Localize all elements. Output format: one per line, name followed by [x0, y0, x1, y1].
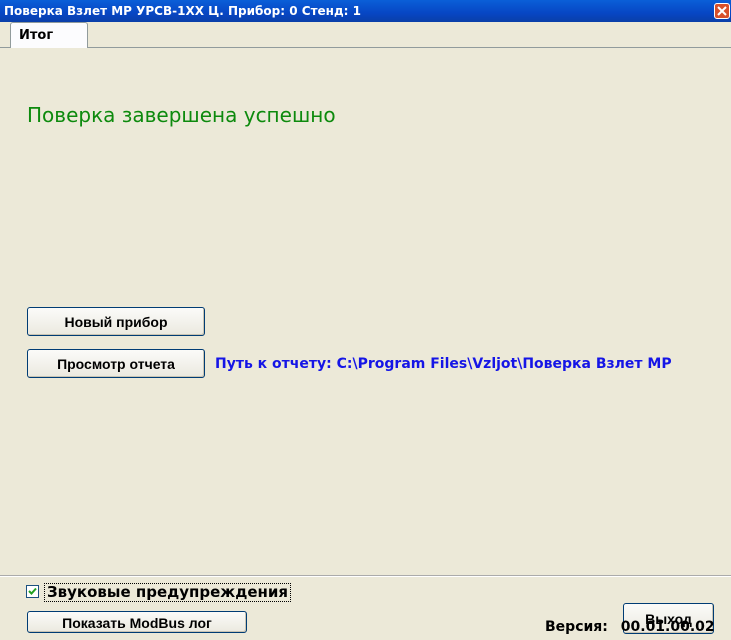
- sound-warnings-label: Звуковые предупреждения: [44, 583, 292, 602]
- version-value: 00.01.00.02: [620, 619, 715, 635]
- title-bar: Поверка Взлет МР УРСВ-1ХХ Ц. Прибор: 0 С…: [0, 0, 731, 22]
- tab-strip: Итог: [0, 22, 731, 49]
- tab-summary[interactable]: Итог: [10, 22, 88, 49]
- window-title: Поверка Взлет МР УРСВ-1ХХ Ц. Прибор: 0 С…: [4, 4, 361, 18]
- version-label: Версия:: [545, 619, 608, 635]
- close-button[interactable]: [714, 3, 730, 19]
- summary-panel: Поверка завершена успешно Новый прибор П…: [0, 48, 731, 575]
- report-path-value: C:\Program Files\Vzljot\Поверка Взлет МР: [336, 356, 672, 372]
- view-report-button[interactable]: Просмотр отчета: [27, 349, 205, 378]
- show-modbus-log-button[interactable]: Показать ModBus лог: [27, 611, 247, 633]
- checkbox-box[interactable]: [26, 585, 39, 598]
- report-path-label: Путь к отчету:: [215, 356, 332, 372]
- close-icon: [717, 6, 727, 16]
- version-info: Версия: 00.01.00.02: [545, 619, 715, 635]
- report-path: Путь к отчету: C:\Program Files\Vzljot\П…: [215, 356, 672, 372]
- new-device-button[interactable]: Новый прибор: [27, 307, 205, 336]
- verification-status-message: Поверка завершена успешно: [27, 103, 336, 127]
- checkmark-icon: [28, 587, 37, 595]
- footer-panel: Звуковые предупреждения Показать ModBus …: [0, 575, 731, 640]
